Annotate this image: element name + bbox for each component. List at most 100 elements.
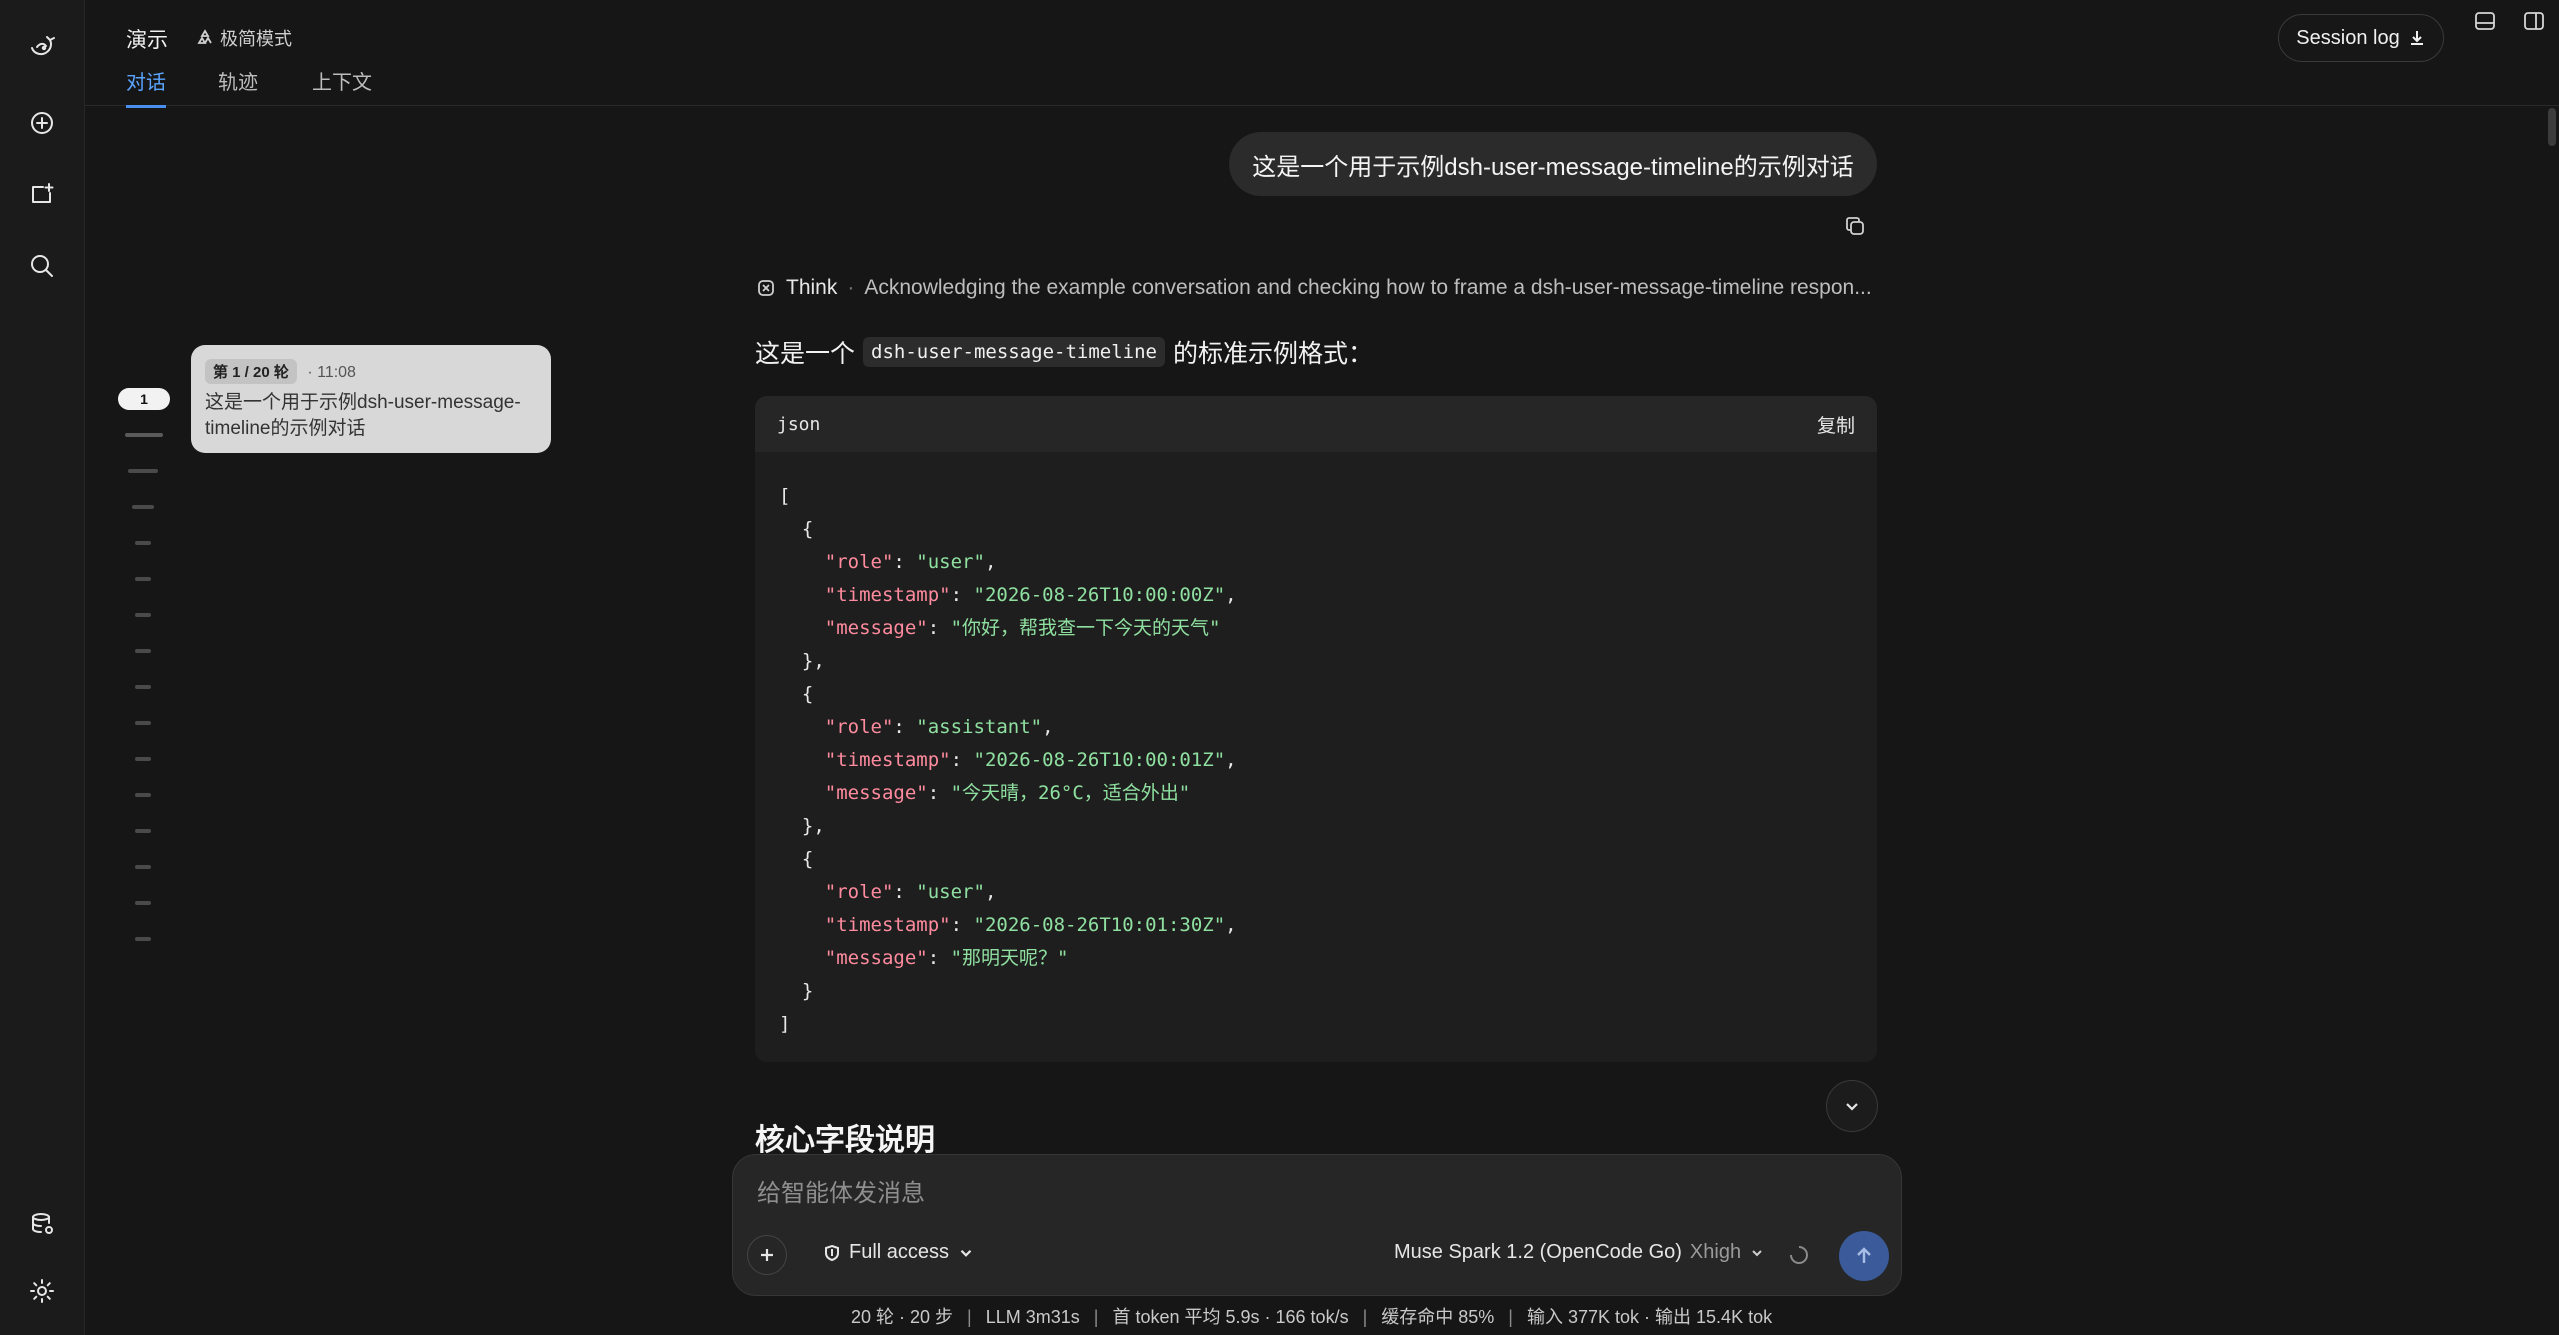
- search-icon[interactable]: [22, 246, 62, 286]
- header: 演示 极简模式 对话 轨迹 上下文 Session log: [84, 0, 2559, 108]
- timeline-tick[interactable]: [135, 541, 151, 545]
- chevron-down-icon: [1752, 1249, 1762, 1256]
- attach-button[interactable]: [747, 1235, 787, 1275]
- side-panel-icon[interactable]: [2523, 10, 2545, 32]
- status-separator: |: [1093, 1307, 1099, 1327]
- scroll-to-bottom-button[interactable]: [1826, 1080, 1878, 1132]
- code-punct: ,: [984, 881, 997, 903]
- timeline-preview-card[interactable]: 第 1 / 20 轮 · 11:08 这是一个用于示例dsh-user-mess…: [191, 345, 551, 453]
- code-line: }: [779, 975, 1237, 1008]
- send-button[interactable]: [1839, 1231, 1889, 1281]
- timeline-tick[interactable]: [135, 577, 151, 581]
- timeline-tick[interactable]: [135, 613, 151, 617]
- settings-icon[interactable]: [22, 1271, 62, 1311]
- status-separator: |: [1362, 1307, 1368, 1327]
- timeline-tick[interactable]: [132, 505, 154, 509]
- session-log-button[interactable]: Session log: [2278, 14, 2444, 62]
- code-key: "timestamp": [824, 914, 951, 936]
- tab-trace[interactable]: 轨迹: [218, 66, 258, 105]
- new-project-icon[interactable]: [22, 174, 62, 214]
- arrow-up-icon: [1857, 1247, 1871, 1263]
- project-title: 演示: [126, 29, 168, 52]
- timeline-tick[interactable]: [125, 433, 163, 437]
- status-first-token: 首 token 平均 5.9s · 166 tok/s: [1112, 1307, 1349, 1327]
- code-punct: {: [779, 518, 814, 540]
- code-punct: {: [779, 848, 814, 870]
- tab-chat[interactable]: 对话: [126, 66, 166, 108]
- copy-message-icon[interactable]: [1843, 214, 1869, 240]
- code-line: "timestamp": "2026-08-26T10:00:01Z",: [779, 744, 1237, 777]
- bottom-panel-icon[interactable]: [2474, 10, 2496, 32]
- model-selector[interactable]: Muse Spark 1.2 (OpenCode Go) Xhigh: [1394, 1241, 1765, 1264]
- code-key: "role": [824, 881, 894, 903]
- code-string: "user": [916, 881, 985, 903]
- code-key: "message": [824, 782, 928, 804]
- model-effort: Xhigh: [1689, 1241, 1742, 1263]
- code-line: {: [779, 678, 1237, 711]
- code-line: "message": "你好，帮我查一下今天的天气": [779, 612, 1237, 645]
- assistant-lead-paragraph: 这是一个 dsh-user-message-timeline 的标准示例格式：: [755, 334, 1373, 370]
- code-string: "那明天呢？": [950, 947, 1069, 969]
- code-punct: :: [893, 881, 917, 903]
- timeline-tick[interactable]: [128, 469, 158, 473]
- timeline-tick[interactable]: [135, 829, 151, 833]
- timeline-tick[interactable]: [135, 685, 151, 689]
- code-line: [: [779, 480, 1237, 513]
- code-punct: :: [927, 782, 951, 804]
- think-summary[interactable]: Think · Acknowledging the example conver…: [756, 276, 1876, 300]
- model-name: Muse Spark 1.2 (OpenCode Go): [1394, 1241, 1682, 1263]
- status-bar: 20 轮 · 20 步 | LLM 3m31s | 首 token 平均 5.9s · …: [851, 1303, 1772, 1329]
- code-punct: {: [779, 683, 814, 705]
- timeline-active-marker[interactable]: 1: [118, 388, 170, 410]
- message-input[interactable]: [755, 1173, 1859, 1215]
- code-language: json: [777, 413, 821, 435]
- code-content: [ { "role": "user", "timestamp": "2026-0…: [779, 480, 1237, 1041]
- access-level-dropdown[interactable]: Full access: [823, 1241, 975, 1264]
- status-separator: |: [1508, 1307, 1513, 1327]
- logo-icon[interactable]: [22, 27, 62, 67]
- code-string: "2026-08-26T10:01:30Z": [973, 914, 1226, 936]
- status-cache-hit: 缓存命中 85%: [1381, 1307, 1495, 1327]
- loading-spinner-icon[interactable]: [1789, 1245, 1809, 1265]
- code-line: "role": "user",: [779, 876, 1237, 909]
- chevron-down-icon: [1846, 1103, 1858, 1111]
- code-punct: :: [927, 947, 951, 969]
- timeline-tick[interactable]: [135, 757, 151, 761]
- code-punct: ,: [1225, 584, 1237, 606]
- timeline-tick[interactable]: [135, 721, 151, 725]
- timeline-tick[interactable]: [135, 649, 151, 653]
- copy-code-button[interactable]: 复制: [1817, 411, 1855, 438]
- download-icon: [2410, 31, 2423, 45]
- think-label: Think: [786, 276, 838, 299]
- vertical-scrollbar[interactable]: [2548, 108, 2556, 146]
- code-string: "今天晴，26°C，适合外出": [950, 782, 1191, 804]
- timeline-tick[interactable]: [135, 793, 151, 797]
- tab-context[interactable]: 上下文: [312, 66, 372, 105]
- code-punct: [: [779, 485, 791, 507]
- code-punct: ,: [1225, 914, 1237, 936]
- inline-code: dsh-user-message-timeline: [863, 337, 1165, 367]
- database-icon[interactable]: [22, 1204, 62, 1244]
- code-key: "message": [824, 947, 928, 969]
- code-key: "timestamp": [824, 584, 951, 606]
- code-string: "2026-08-26T10:00:01Z": [973, 749, 1226, 771]
- code-punct: ]: [779, 1013, 791, 1035]
- minimal-mode-toggle[interactable]: 极简模式: [196, 25, 292, 51]
- left-rail: [0, 0, 85, 1335]
- timeline-tick[interactable]: [135, 865, 151, 869]
- timeline-tick[interactable]: [135, 901, 151, 905]
- turn-time: · 11:08: [307, 364, 356, 381]
- timeline-tick[interactable]: [135, 937, 151, 941]
- code-line: },: [779, 645, 1237, 678]
- code-punct: :: [950, 749, 974, 771]
- new-chat-icon[interactable]: [22, 103, 62, 143]
- code-line: "role": "user",: [779, 546, 1237, 579]
- turn-badge: 第 1 / 20 轮: [205, 359, 297, 384]
- code-punct: ,: [984, 551, 997, 573]
